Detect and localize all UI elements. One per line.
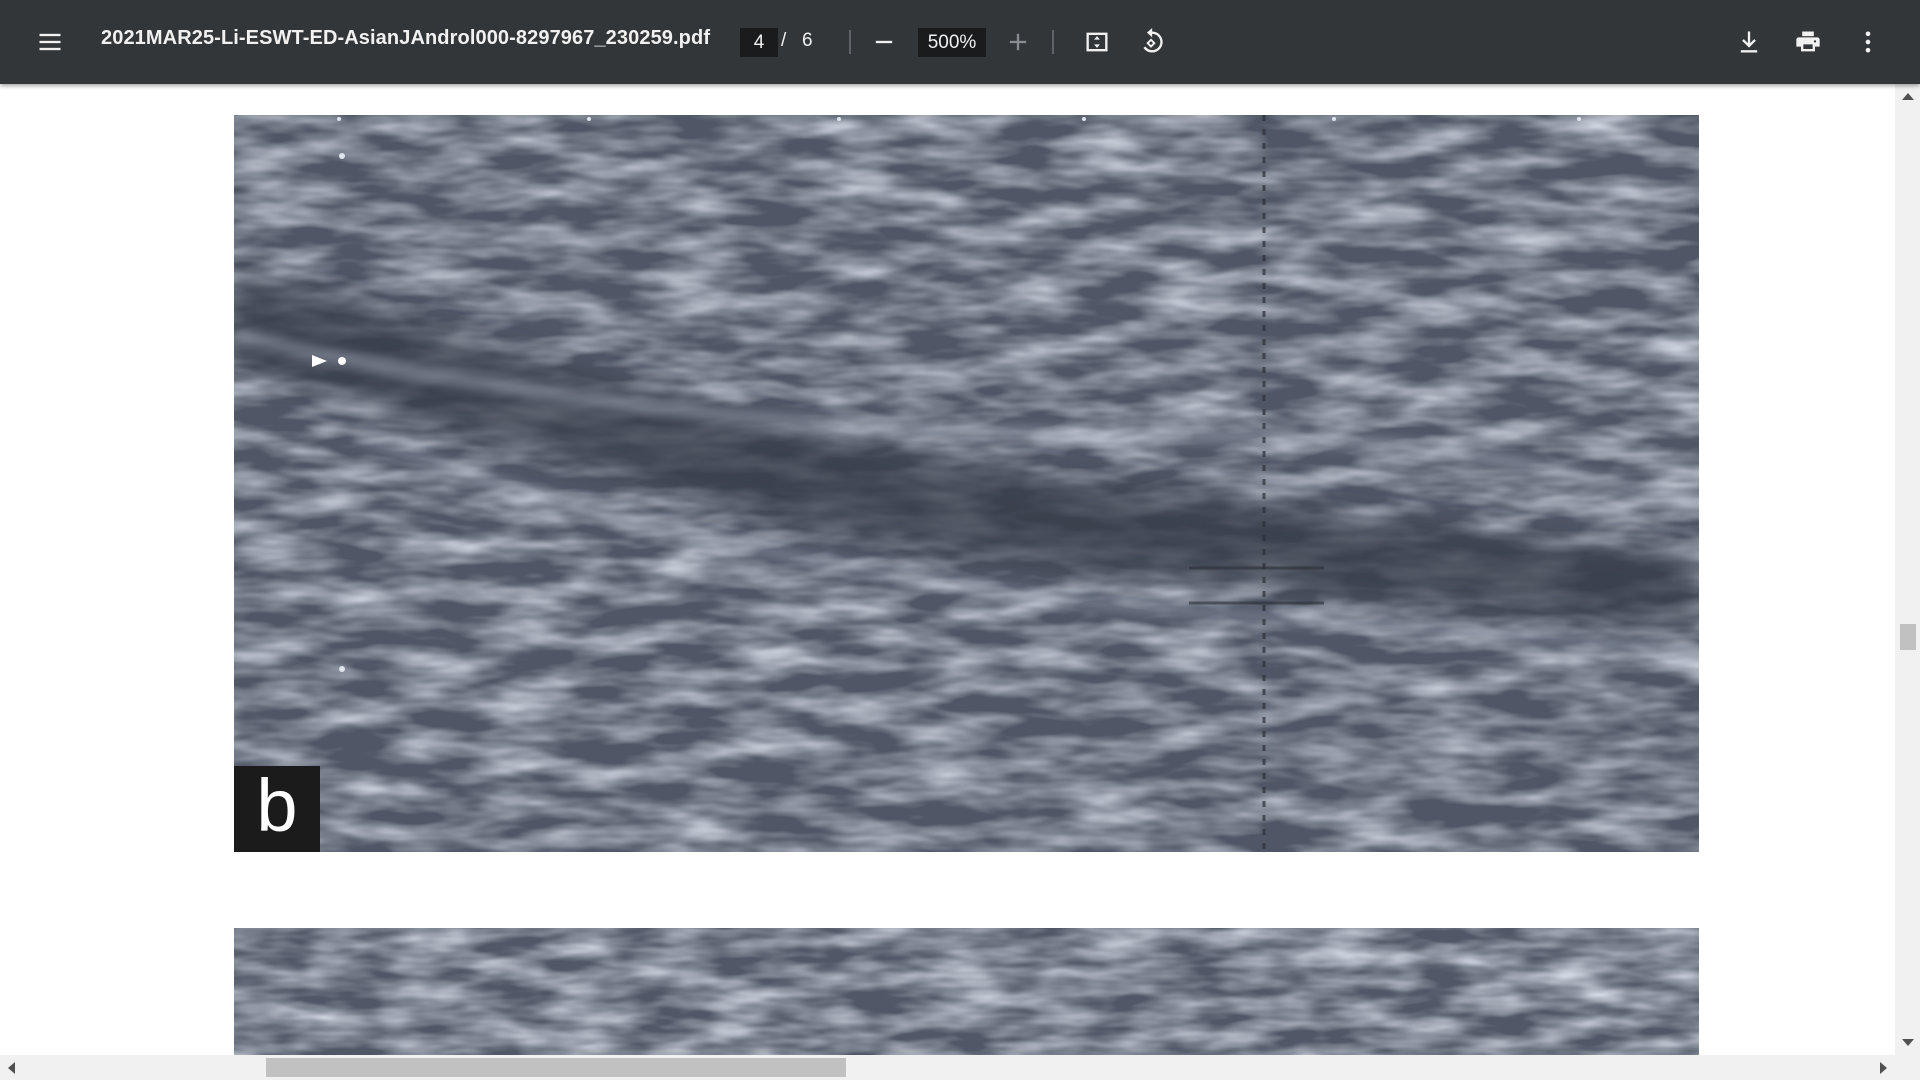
download-icon bbox=[1740, 31, 1758, 53]
print-button[interactable] bbox=[1784, 18, 1832, 66]
zoom-out-button[interactable] bbox=[860, 18, 908, 66]
plus-icon bbox=[1009, 33, 1027, 51]
ultrasound-image-next bbox=[234, 928, 1699, 1055]
pdf-viewer[interactable]: b bbox=[0, 84, 1895, 1055]
toolbar-divider bbox=[849, 30, 851, 54]
more-vertical-icon bbox=[1865, 31, 1871, 53]
page-total: 6 bbox=[802, 30, 813, 51]
scroll-down-arrow-icon[interactable] bbox=[1902, 1039, 1914, 1046]
ultrasound-image bbox=[234, 115, 1699, 852]
minus-icon bbox=[875, 40, 893, 44]
document-title: 2021MAR25-Li-ESWT-ED-AsianJAndrol000-829… bbox=[101, 27, 711, 49]
scroll-left-arrow-icon[interactable] bbox=[8, 1062, 15, 1074]
horizontal-scroll-thumb[interactable] bbox=[266, 1058, 846, 1077]
scroll-right-arrow-icon[interactable] bbox=[1880, 1062, 1887, 1074]
fit-to-page-button[interactable] bbox=[1073, 18, 1121, 66]
zoom-in-button[interactable] bbox=[994, 18, 1042, 66]
printer-icon bbox=[1796, 31, 1820, 52]
more-actions-button[interactable] bbox=[1844, 18, 1892, 66]
zoom-level-input[interactable] bbox=[918, 28, 986, 57]
hamburger-menu-icon bbox=[39, 33, 61, 51]
ultrasound-image-b: b bbox=[234, 115, 1699, 852]
download-button[interactable] bbox=[1725, 18, 1773, 66]
horizontal-scrollbar[interactable] bbox=[0, 1055, 1920, 1080]
fit-to-page-icon bbox=[1086, 32, 1108, 52]
vertical-scroll-thumb[interactable] bbox=[1900, 624, 1916, 650]
figure-panel-label: b bbox=[234, 766, 320, 852]
pdf-toolbar: 2021MAR25-Li-ESWT-ED-AsianJAndrol000-829… bbox=[0, 0, 1920, 84]
vertical-scrollbar[interactable] bbox=[1895, 84, 1920, 1055]
rotate-button[interactable] bbox=[1127, 18, 1175, 66]
page-separator: / bbox=[781, 30, 787, 51]
toolbar-divider bbox=[1052, 30, 1054, 54]
menu-button[interactable] bbox=[26, 18, 74, 66]
rotate-counterclockwise-icon bbox=[1143, 28, 1163, 53]
page-number-input[interactable] bbox=[740, 28, 778, 57]
ultrasound-image bbox=[234, 928, 1699, 1055]
scroll-up-arrow-icon[interactable] bbox=[1902, 93, 1914, 100]
